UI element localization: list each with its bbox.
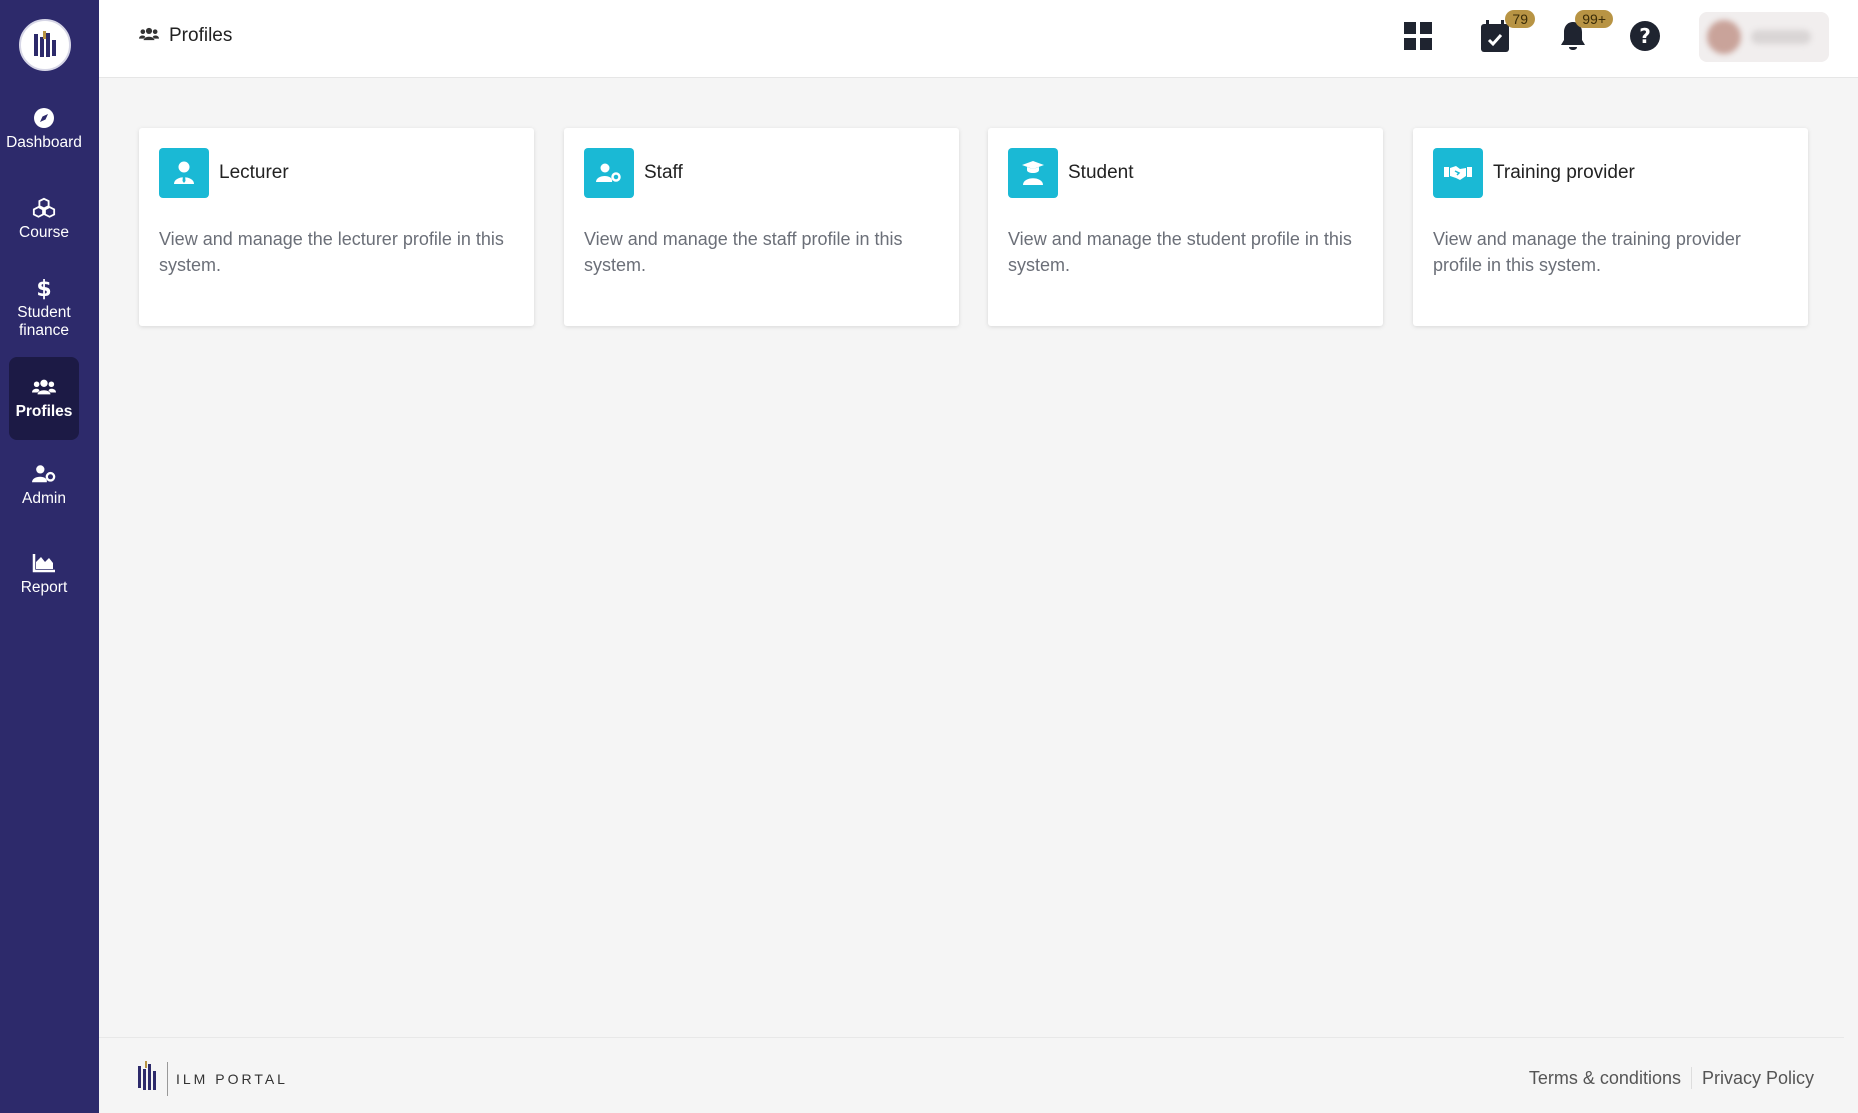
question-circle-icon: ? (1629, 20, 1661, 57)
link-separator (1690, 1067, 1692, 1089)
footer-divider (99, 1037, 1844, 1038)
user-gear-icon (32, 462, 56, 486)
footer-links: Terms & conditions Privacy Policy (1529, 1067, 1814, 1089)
sidebar-item-label: Admin (22, 490, 66, 507)
help-button[interactable]: ? (1625, 18, 1665, 58)
card-title: Lecturer (219, 162, 289, 183)
sidebar-item-admin[interactable]: Admin (9, 462, 79, 518)
sidebar-item-label: Profiles (15, 403, 73, 420)
card-staff[interactable]: Staff View and manage the staff profile … (564, 128, 959, 326)
app-logo[interactable] (19, 19, 71, 71)
footer-brand: ILM PORTAL (137, 1060, 288, 1097)
sidebar-item-student-finance[interactable]: $ Student finance (9, 276, 79, 350)
sidebar: Dashboard Course $ Student finance Profi… (0, 0, 99, 1113)
sidebar-item-label: Report (20, 579, 68, 596)
svg-text:?: ? (1639, 24, 1651, 48)
area-chart-icon (32, 551, 56, 575)
calendar-check-icon (1481, 19, 1509, 57)
apps-grid-button[interactable] (1398, 18, 1438, 58)
sidebar-item-label: Dashboard (6, 134, 82, 151)
cubes-icon (32, 196, 56, 220)
card-title: Student (1068, 162, 1134, 183)
card-student[interactable]: Student View and manage the student prof… (988, 128, 1383, 326)
user-tie-icon (159, 148, 209, 198)
user-name-redacted (1751, 30, 1811, 44)
card-description: View and manage the staff profile in thi… (584, 229, 903, 275)
sidebar-item-course[interactable]: Course (9, 196, 79, 252)
page-title-group: Profiles (139, 25, 232, 47)
users-icon (139, 27, 159, 46)
avatar (1707, 20, 1741, 54)
notifications-button[interactable]: 99+ (1553, 10, 1613, 58)
notifications-count-badge: 99+ (1575, 10, 1613, 28)
user-gear-icon (584, 148, 634, 198)
card-description: View and manage the lecturer profile in … (159, 229, 504, 275)
tasks-button[interactable]: 79 (1475, 10, 1535, 58)
compass-icon (32, 106, 56, 130)
card-description: View and manage the student profile in t… (1008, 229, 1352, 275)
sidebar-item-label: Course (19, 224, 69, 241)
graduate-icon (1008, 148, 1058, 198)
sidebar-item-profiles[interactable]: Profiles (9, 357, 79, 440)
brand-name: ILM PORTAL (176, 1070, 288, 1087)
ilm-logo-icon (34, 31, 56, 57)
ilm-logo-icon (137, 1060, 159, 1097)
sidebar-item-report[interactable]: Report (9, 551, 79, 607)
grid-icon (1404, 21, 1432, 55)
tasks-count-badge: 79 (1505, 10, 1535, 28)
sidebar-item-label: Student finance (17, 304, 71, 339)
handshake-icon (1433, 148, 1483, 198)
brand-separator (167, 1061, 168, 1096)
card-title: Staff (644, 162, 683, 183)
user-menu[interactable] (1699, 12, 1829, 62)
terms-link[interactable]: Terms & conditions (1529, 1068, 1681, 1089)
page-title: Profiles (169, 25, 233, 46)
top-header: Profiles 79 99+ ? (99, 0, 1858, 78)
sidebar-item-dashboard[interactable]: Dashboard (6, 106, 82, 162)
card-description: View and manage the training provider pr… (1433, 229, 1741, 275)
card-lecturer[interactable]: Lecturer View and manage the lecturer pr… (139, 128, 534, 326)
card-title: Training provider (1493, 162, 1635, 183)
card-training-provider[interactable]: Training provider View and manage the tr… (1413, 128, 1808, 326)
svg-text:$: $ (36, 277, 51, 300)
app-root: Dashboard Course $ Student finance Profi… (0, 0, 1858, 1113)
users-icon (32, 375, 56, 399)
dollar-icon: $ (32, 276, 56, 300)
privacy-link[interactable]: Privacy Policy (1702, 1068, 1814, 1089)
